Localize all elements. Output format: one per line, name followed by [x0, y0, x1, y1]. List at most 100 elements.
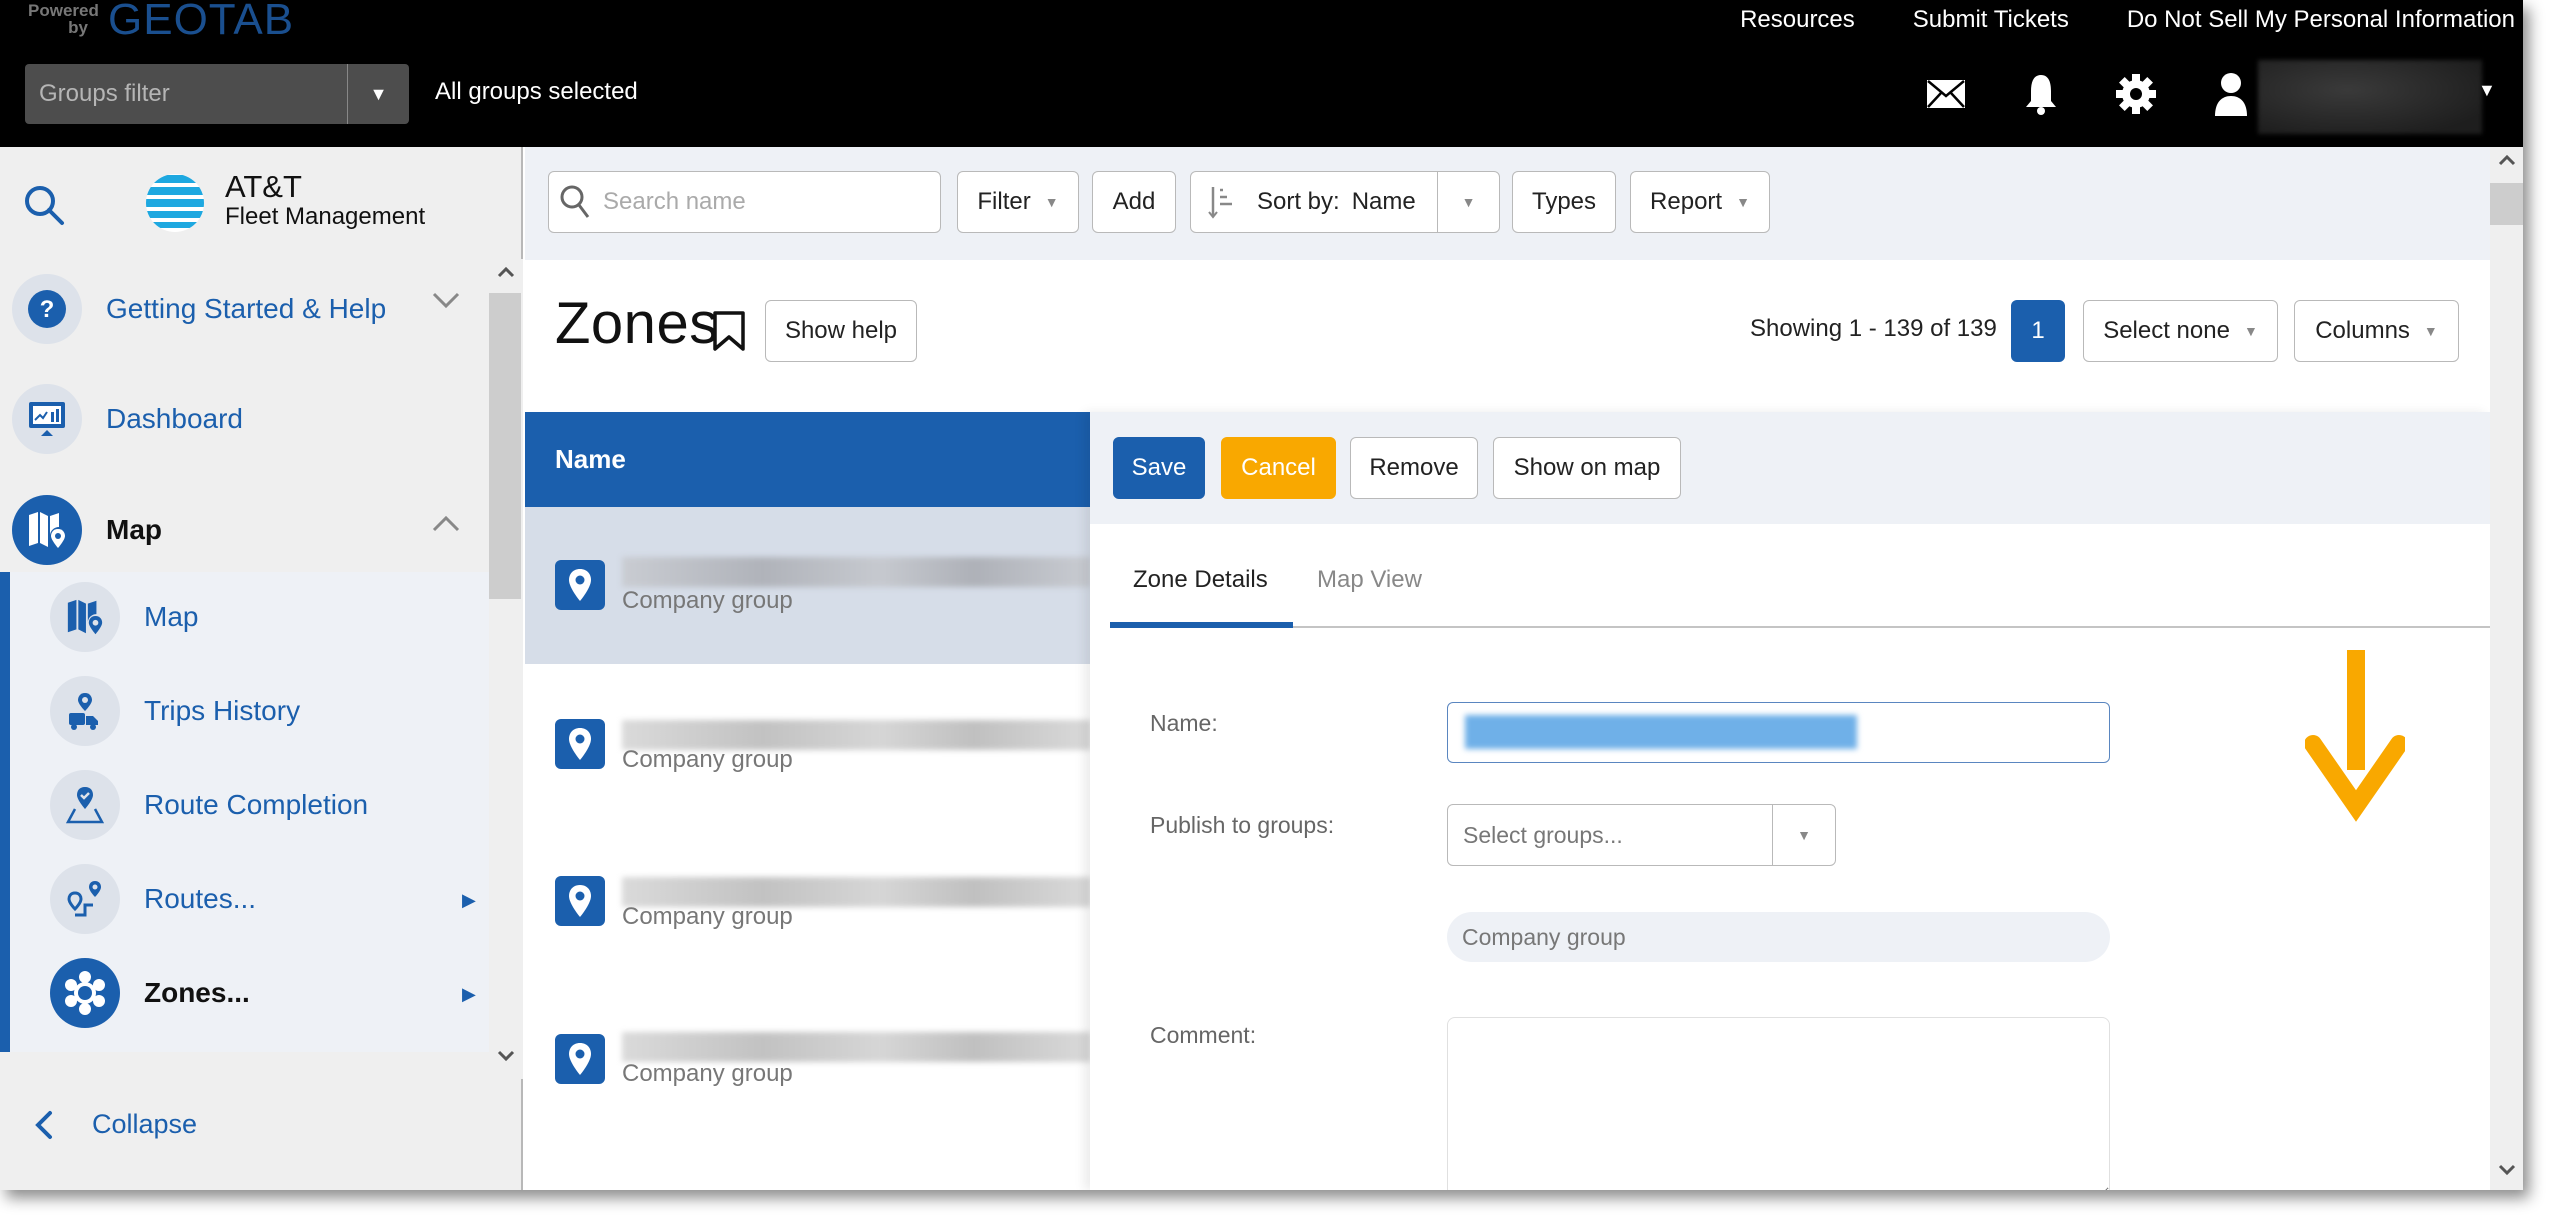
zone-list-row[interactable]: Company group: [525, 978, 1091, 1135]
att-subtitle: Fleet Management: [225, 203, 426, 230]
do-not-sell-link[interactable]: Do Not Sell My Personal Information: [2127, 6, 2515, 34]
sidebar-item-label: Map: [106, 514, 162, 545]
map-submenu: Map Trips History Route Completion Route…: [0, 572, 489, 1052]
save-button[interactable]: Save: [1113, 437, 1205, 499]
sidebar-subitem-label: Route Completion: [144, 789, 369, 820]
user-name-redacted[interactable]: [2258, 60, 2482, 134]
toolbar: Filter ▼ Add Sort by: Name ▼ Types Report…: [525, 147, 2490, 260]
tab-map-view[interactable]: Map View: [1317, 566, 1422, 594]
caret-down-icon[interactable]: ▼: [1772, 805, 1835, 865]
scroll-up-icon[interactable]: [492, 259, 520, 285]
sidebar-item-getting-started[interactable]: ? Getting Started & Help: [12, 274, 386, 344]
sidebar-subitem-label: Map: [144, 601, 199, 632]
main-scrollbar-thumb[interactable]: [2490, 183, 2523, 225]
detail-tabs: Zone Details Map View: [1110, 524, 2490, 628]
filter-button[interactable]: Filter ▼: [957, 171, 1079, 233]
name-label: Name:: [1150, 710, 1218, 736]
zone-name-redacted: [622, 557, 1091, 587]
list-column-header[interactable]: Name: [525, 412, 1091, 507]
tab-zone-details[interactable]: Zone Details: [1133, 566, 1268, 594]
search-input[interactable]: [603, 188, 923, 216]
main-content: Filter ▼ Add Sort by: Name ▼ Types Report…: [525, 147, 2490, 1190]
add-label: Add: [1112, 188, 1156, 215]
sidebar-subitem-label: Routes...: [144, 883, 257, 914]
sort-prefix: Sort by:: [1257, 188, 1340, 215]
show-help-button[interactable]: Show help: [765, 300, 917, 362]
zone-name-redacted: [622, 1032, 1091, 1062]
sidebar-subitem-map[interactable]: Map: [50, 582, 198, 652]
comment-textarea[interactable]: [1447, 1017, 2110, 1190]
search-field[interactable]: [548, 171, 941, 233]
svg-text:?: ?: [40, 296, 55, 323]
main-scrollbar[interactable]: [2490, 147, 2523, 1190]
sidebar-subitem-zones[interactable]: Zones...: [50, 958, 250, 1028]
top-header: Powered by GEOTAB Groups filter ▼ All gr…: [0, 0, 2523, 147]
caret-down-icon[interactable]: ▼: [347, 64, 409, 124]
columns-label: Columns: [2315, 317, 2410, 344]
report-button[interactable]: Report ▼: [1630, 171, 1770, 233]
publish-groups-dropdown[interactable]: Select groups... ▼: [1447, 804, 1836, 866]
active-tab-indicator: [1110, 622, 1293, 628]
selected-group-chip[interactable]: Company group: [1447, 912, 2110, 962]
submit-tickets-link[interactable]: Submit Tickets: [1913, 6, 2069, 34]
filter-label: Filter: [977, 188, 1031, 215]
user-icon[interactable]: [2205, 70, 2257, 118]
collapse-label: Collapse: [92, 1109, 198, 1139]
mail-icon[interactable]: [1920, 70, 1972, 118]
show-on-map-button[interactable]: Show on map: [1493, 437, 1681, 499]
page-number-button[interactable]: 1: [2011, 300, 2065, 362]
trips-history-icon: [50, 676, 120, 746]
publish-groups-placeholder[interactable]: Select groups...: [1448, 822, 1772, 849]
zone-group: Company group: [622, 746, 793, 773]
collapse-button[interactable]: Collapse: [34, 1109, 197, 1140]
sort-icon: [1208, 187, 1232, 219]
powered-by-text: Powered by: [28, 1, 99, 37]
submenu-arrow-icon[interactable]: ▶: [462, 984, 476, 1005]
groups-filter-placeholder[interactable]: Groups filter: [25, 64, 347, 124]
scroll-up-icon[interactable]: [2490, 150, 2523, 173]
sidebar-item-map[interactable]: Map: [12, 495, 162, 565]
search-icon[interactable]: [22, 183, 66, 227]
name-input[interactable]: [1447, 702, 2110, 763]
add-button[interactable]: Add: [1092, 171, 1176, 233]
scroll-down-icon[interactable]: [492, 1043, 520, 1069]
sidebar-subitem-route-completion[interactable]: Route Completion: [50, 770, 368, 840]
caret-down-icon: ▼: [2243, 323, 2258, 339]
zone-group: Company group: [622, 587, 793, 614]
sidebar-subitem-routes[interactable]: Routes...: [50, 864, 256, 934]
zone-list-row[interactable]: Company group: [525, 507, 1091, 664]
remove-button[interactable]: Remove: [1350, 437, 1478, 499]
routes-icon: [50, 864, 120, 934]
resources-link[interactable]: Resources: [1740, 6, 1855, 34]
submenu-arrow-icon[interactable]: ▶: [462, 890, 476, 911]
sort-dropdown[interactable]: Sort by: Name ▼: [1190, 171, 1500, 233]
cancel-button[interactable]: Cancel: [1221, 437, 1336, 499]
zone-pin-icon: [555, 1034, 605, 1084]
user-menu-caret-icon[interactable]: ▼: [2478, 80, 2496, 101]
sort-button[interactable]: Sort by: Name: [1191, 184, 1437, 220]
chevron-up-icon[interactable]: [432, 509, 460, 540]
sidebar-item-label: Getting Started & Help: [106, 293, 387, 324]
down-arrow-annotation-icon: [2304, 642, 2408, 847]
show-on-map-label: Show on map: [1513, 454, 1661, 481]
bookmark-icon[interactable]: [711, 310, 747, 357]
sort-value: Name: [1351, 188, 1416, 215]
zone-group: Company group: [622, 1060, 793, 1087]
caret-down-icon[interactable]: ▼: [1437, 172, 1499, 232]
sidebar-item-dashboard[interactable]: Dashboard: [12, 384, 243, 454]
groups-filter-dropdown[interactable]: Groups filter ▼: [25, 64, 409, 124]
geotab-wordmark: GEOTAB: [108, 0, 295, 44]
columns-button[interactable]: Columns ▼: [2294, 300, 2459, 362]
gear-icon[interactable]: [2110, 70, 2162, 118]
zone-list-row[interactable]: Company group: [525, 821, 1091, 978]
bell-icon[interactable]: [2015, 70, 2067, 118]
select-none-button[interactable]: Select none ▼: [2083, 300, 2278, 362]
chevron-down-icon[interactable]: [432, 285, 460, 316]
types-button[interactable]: Types: [1512, 171, 1616, 233]
scroll-down-icon[interactable]: [2490, 1160, 2523, 1183]
sidebar-scrollbar-thumb[interactable]: [489, 293, 521, 599]
zone-list-row[interactable]: Company group: [525, 664, 1091, 821]
zone-pin-icon: [555, 876, 605, 926]
sidebar-subitem-trips-history[interactable]: Trips History: [50, 676, 300, 746]
comment-label: Comment:: [1150, 1022, 1257, 1048]
